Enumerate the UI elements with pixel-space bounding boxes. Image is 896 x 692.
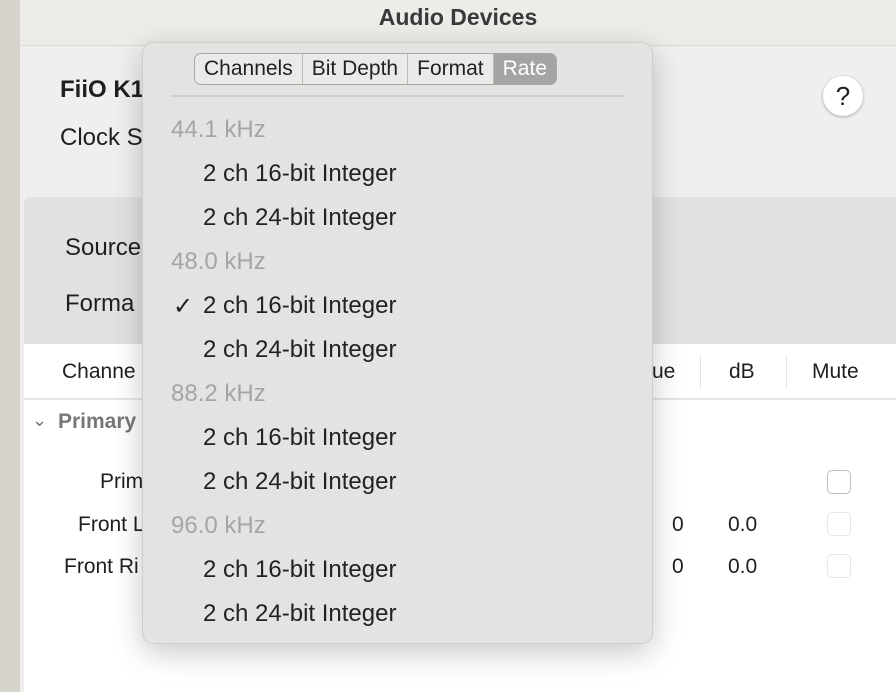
- column-value[interactable]: ue: [652, 360, 675, 384]
- source-label: Source: [65, 234, 142, 261]
- format-label: Forma: [65, 290, 135, 317]
- format-option[interactable]: 2 ch 16-bit Integer: [203, 160, 396, 188]
- rate-group-header: 44.1 kHz: [171, 116, 266, 143]
- mute-checkbox[interactable]: [827, 470, 851, 494]
- mute-checkbox[interactable]: [827, 554, 851, 578]
- column-divider: [786, 356, 787, 388]
- format-option[interactable]: 2 ch 24-bit Integer: [203, 468, 396, 496]
- format-option[interactable]: 2 ch 16-bit Integer: [203, 556, 396, 584]
- tab-rate[interactable]: Rate: [493, 54, 556, 84]
- column-channel[interactable]: Channe: [62, 360, 136, 384]
- column-mute[interactable]: Mute: [812, 360, 859, 384]
- tab-channels[interactable]: Channels: [195, 54, 303, 84]
- menu-separator: [171, 95, 625, 97]
- format-option[interactable]: 2 ch 16-bit Integer: [203, 292, 396, 320]
- format-option[interactable]: 2 ch 24-bit Integer: [203, 600, 396, 628]
- rate-group-header: 96.0 kHz: [171, 512, 266, 539]
- row-db: 0.0: [728, 513, 758, 536]
- row-value: 0: [672, 555, 684, 578]
- rate-group-header: 88.2 kHz: [171, 380, 266, 407]
- column-divider: [700, 356, 701, 388]
- row-name: Prim: [100, 470, 144, 493]
- group-primary[interactable]: Primary: [58, 410, 136, 434]
- checkmark-icon: ✓: [173, 293, 194, 320]
- clock-source-label: Clock S: [60, 124, 143, 151]
- chevron-down-icon[interactable]: ⌄: [32, 410, 47, 431]
- format-option[interactable]: 2 ch 24-bit Integer: [203, 336, 396, 364]
- row-db: 0.0: [728, 555, 758, 578]
- format-option[interactable]: 2 ch 16-bit Integer: [203, 424, 396, 452]
- help-button[interactable]: ?: [823, 76, 863, 116]
- window-title: Audio Devices: [378, 4, 538, 30]
- row-name: Front L: [78, 513, 145, 536]
- desktop-edge: [0, 0, 20, 692]
- row-name: Front Ri: [64, 555, 139, 578]
- tab-format[interactable]: Format: [408, 54, 494, 84]
- column-db[interactable]: dB: [729, 360, 755, 384]
- tab-bit-depth[interactable]: Bit Depth: [303, 54, 409, 84]
- format-popup-menu: Channels Bit Depth Format Rate 44.1 kHz 2…: [142, 42, 653, 644]
- format-option[interactable]: 2 ch 24-bit Integer: [203, 204, 396, 232]
- device-name: FiiO K1: [60, 76, 145, 103]
- rate-group-header: 48.0 kHz: [171, 248, 266, 275]
- title-bar: Audio Devices: [20, 0, 896, 46]
- sort-segmented-control: Channels Bit Depth Format Rate: [194, 53, 557, 85]
- mute-checkbox[interactable]: [827, 512, 851, 536]
- row-value: 0: [672, 513, 684, 536]
